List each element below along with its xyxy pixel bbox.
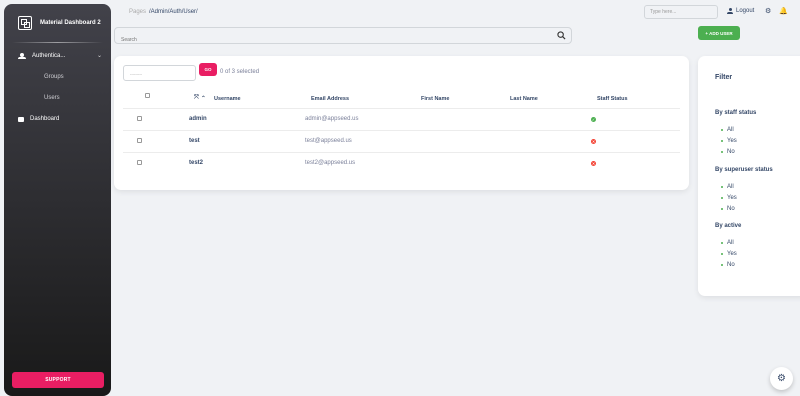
gear-icon[interactable]: ⚙ xyxy=(765,7,771,15)
row-email: test2@appseed.us xyxy=(305,160,356,166)
sidebar-item-label: Dashboard xyxy=(30,116,60,122)
filter-option[interactable]: No xyxy=(721,262,735,268)
column-email[interactable]: Email Address xyxy=(311,96,349,102)
row-email: admin@appseed.us xyxy=(305,116,359,122)
column-username[interactable]: Username xyxy=(214,96,241,102)
filter-option-label: No xyxy=(727,206,735,212)
column-last-name[interactable]: Last Name xyxy=(510,96,538,102)
bullet-icon xyxy=(721,186,723,188)
filter-option-label: All xyxy=(727,240,734,246)
chevron-down-icon: ⌄ xyxy=(96,53,102,59)
go-button[interactable]: GO xyxy=(199,63,217,76)
filter-option-label: Yes xyxy=(727,138,737,144)
sidebar-item-label: Authentica... xyxy=(32,52,66,59)
staff-no-icon: ✕ xyxy=(591,161,596,166)
sort-ascending-icon[interactable]: ⌃ xyxy=(201,95,206,102)
staff-no-icon: ✕ xyxy=(591,139,596,144)
sidebar-item-groups[interactable]: Groups xyxy=(44,74,64,80)
action-select[interactable]: --------- xyxy=(123,65,196,81)
bullet-icon xyxy=(721,264,723,266)
sidebar-item-dashboard[interactable]: Dashboard xyxy=(18,116,59,122)
gear-icon: ⚙ xyxy=(777,373,786,384)
row-username[interactable]: test xyxy=(189,138,200,144)
filter-option[interactable]: All xyxy=(721,127,734,133)
filter-option[interactable]: All xyxy=(721,240,734,246)
filter-option-label: Yes xyxy=(727,195,737,201)
table-divider xyxy=(123,130,680,131)
bullet-icon xyxy=(721,129,723,131)
support-button[interactable]: SUPPORT xyxy=(12,372,104,388)
filter-option[interactable]: Yes xyxy=(721,251,737,257)
sidebar-divider xyxy=(12,42,103,43)
bullet-icon xyxy=(721,140,723,142)
selected-count: 0 of 3 selected xyxy=(220,69,260,75)
sidebar-item-users[interactable]: Users xyxy=(44,95,60,101)
brand-logo-icon xyxy=(18,16,32,30)
filter-option-label: No xyxy=(727,262,735,268)
people-icon xyxy=(18,52,26,59)
search-icon[interactable] xyxy=(557,31,566,40)
search-bar xyxy=(114,27,572,48)
sort-toggle-icon[interactable]: ⤧ xyxy=(194,95,199,102)
brand-name: Material Dashboard 2 xyxy=(40,20,101,26)
row-username[interactable]: admin xyxy=(189,116,207,122)
filter-option[interactable]: Yes xyxy=(721,138,737,144)
filter-option[interactable]: Yes xyxy=(721,195,737,201)
breadcrumb-pages[interactable]: Pages xyxy=(129,9,146,15)
filter-group-title: By superuser status xyxy=(715,167,773,173)
breadcrumb-current: /Admin/Auth/User/ xyxy=(149,9,198,15)
top-search-input[interactable]: Type here... xyxy=(644,5,718,19)
bell-icon[interactable]: 🔔 xyxy=(779,7,788,15)
filter-option-label: All xyxy=(727,184,734,190)
bullet-icon xyxy=(721,242,723,244)
table-divider xyxy=(123,108,680,109)
bullet-icon xyxy=(721,253,723,255)
row-checkbox[interactable] xyxy=(137,138,142,143)
dashboard-icon xyxy=(18,116,24,122)
filter-panel: Filter By staff status All Yes No By sup… xyxy=(698,56,800,296)
filter-option[interactable]: All xyxy=(721,184,734,190)
row-checkbox[interactable] xyxy=(137,116,142,121)
filter-option-label: Yes xyxy=(727,251,737,257)
brand[interactable]: Material Dashboard 2 xyxy=(18,16,101,30)
filter-option-label: No xyxy=(727,149,735,155)
bullet-icon xyxy=(721,208,723,210)
filter-option[interactable]: No xyxy=(721,149,735,155)
row-email: test@appseed.us xyxy=(305,138,352,144)
bullet-icon xyxy=(721,151,723,153)
sort-controls[interactable]: ⤧ ⌃ xyxy=(194,95,206,102)
staff-yes-icon: ✓ xyxy=(591,117,596,122)
row-checkbox[interactable] xyxy=(137,160,142,165)
filter-option-label: All xyxy=(727,127,734,133)
filter-group-title: By staff status xyxy=(715,110,757,116)
search-input[interactable] xyxy=(115,32,535,48)
logout-label: Logout xyxy=(736,8,755,14)
column-staff-status[interactable]: Staff Status xyxy=(597,96,628,102)
add-user-button[interactable]: + ADD USER xyxy=(698,26,740,40)
sidebar: Material Dashboard 2 Authentica... ⌄ Gro… xyxy=(4,4,111,396)
user-icon xyxy=(727,8,733,14)
bullet-icon xyxy=(721,197,723,199)
settings-gear-button[interactable]: ⚙ xyxy=(770,367,793,390)
sidebar-item-authentication[interactable]: Authentica... ⌄ xyxy=(18,52,102,59)
filter-group-title: By active xyxy=(715,223,742,229)
filter-option[interactable]: No xyxy=(721,206,735,212)
select-all-checkbox[interactable] xyxy=(145,93,150,98)
logout-link[interactable]: Logout xyxy=(727,8,754,14)
row-username[interactable]: test2 xyxy=(189,160,203,166)
filter-title: Filter xyxy=(715,74,733,81)
table-divider xyxy=(123,152,680,153)
column-first-name[interactable]: First Name xyxy=(421,96,449,102)
breadcrumb: Pages /Admin/Auth/User/ xyxy=(129,9,198,15)
user-list-card: --------- GO 0 of 3 selected ⤧ ⌃ Usernam… xyxy=(114,56,689,190)
